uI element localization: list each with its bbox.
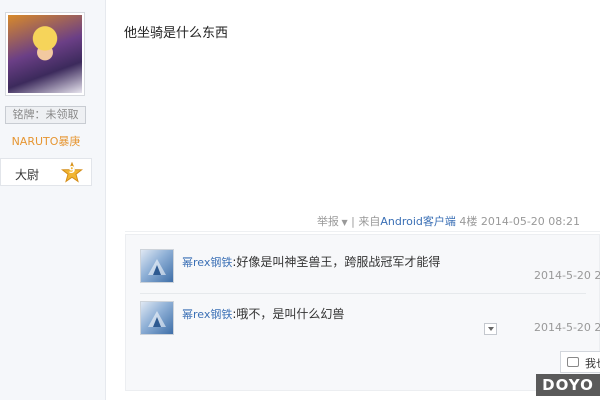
post-content: 他坐骑是什么东西	[124, 26, 229, 41]
user-rank: 大尉 9	[0, 158, 92, 186]
report-link[interactable]: 举报	[317, 215, 339, 228]
comment-text: 幂rex钢铁:哦不，是叫什么幻兽	[182, 305, 344, 322]
watermark-logo: DOYO	[536, 374, 600, 396]
commenter-avatar[interactable]	[140, 249, 174, 283]
avatar-figure-icon	[148, 259, 166, 275]
comment-text: 幂rex钢铁:好像是叫神圣兽王，跨服战冠军才能得	[182, 253, 440, 270]
comment-menu-dropdown[interactable]	[484, 323, 497, 335]
reply-button[interactable]: 我也	[560, 351, 600, 373]
reply-label: 我也	[585, 357, 600, 370]
badge-status[interactable]: 铭牌：未领取	[5, 106, 86, 124]
user-avatar[interactable]	[5, 12, 85, 96]
rank-level: 9	[68, 165, 76, 176]
comment-icon	[567, 357, 579, 367]
commenter-avatar[interactable]	[140, 301, 174, 335]
user-group[interactable]: NARUTO暴庚	[0, 133, 92, 149]
comment-time: 2014-5-20 21	[534, 321, 600, 334]
avatar-figure-icon	[148, 311, 166, 327]
comment-body: 好像是叫神圣兽王，跨服战冠军才能得	[236, 255, 441, 269]
comment-user-link[interactable]: 幂rex钢铁	[182, 256, 232, 269]
avatar-image	[8, 15, 82, 93]
chevron-down-icon[interactable]: ▼	[339, 218, 347, 227]
rank-label: 大尉	[15, 168, 40, 182]
comment-body: 哦不，是叫什么幻兽	[236, 307, 345, 321]
comment-item: 幂rex钢铁:好像是叫神圣兽王，跨服战冠军才能得 2014-5-20 21	[140, 249, 600, 297]
comment-time: 2014-5-20 21	[534, 269, 600, 282]
floor-number: 4楼	[459, 215, 478, 228]
client-link[interactable]: Android客户端	[380, 215, 456, 228]
comment-item: 幂rex钢铁:哦不，是叫什么幻兽 2014-5-20 21	[140, 301, 600, 349]
comment-user-link[interactable]: 幂rex钢铁	[182, 308, 232, 321]
divider	[125, 231, 600, 232]
divider	[140, 293, 586, 294]
from-prefix: 来自	[358, 215, 381, 228]
forum-post: 铭牌：未领取 NARUTO暴庚 大尉 9 他坐骑是什么东西 举报 ▼ | 来自A…	[0, 0, 600, 400]
user-info-column: 铭牌：未领取 NARUTO暴庚 大尉 9	[0, 0, 106, 400]
post-meta: 举报 ▼ | 来自Android客户端 4楼 2014-05-20 08:21	[317, 213, 580, 229]
comment-list: 幂rex钢铁:好像是叫神圣兽王，跨服战冠军才能得 2014-5-20 21 幂r…	[125, 234, 600, 391]
post-datetime: 2014-05-20 08:21	[480, 215, 580, 228]
